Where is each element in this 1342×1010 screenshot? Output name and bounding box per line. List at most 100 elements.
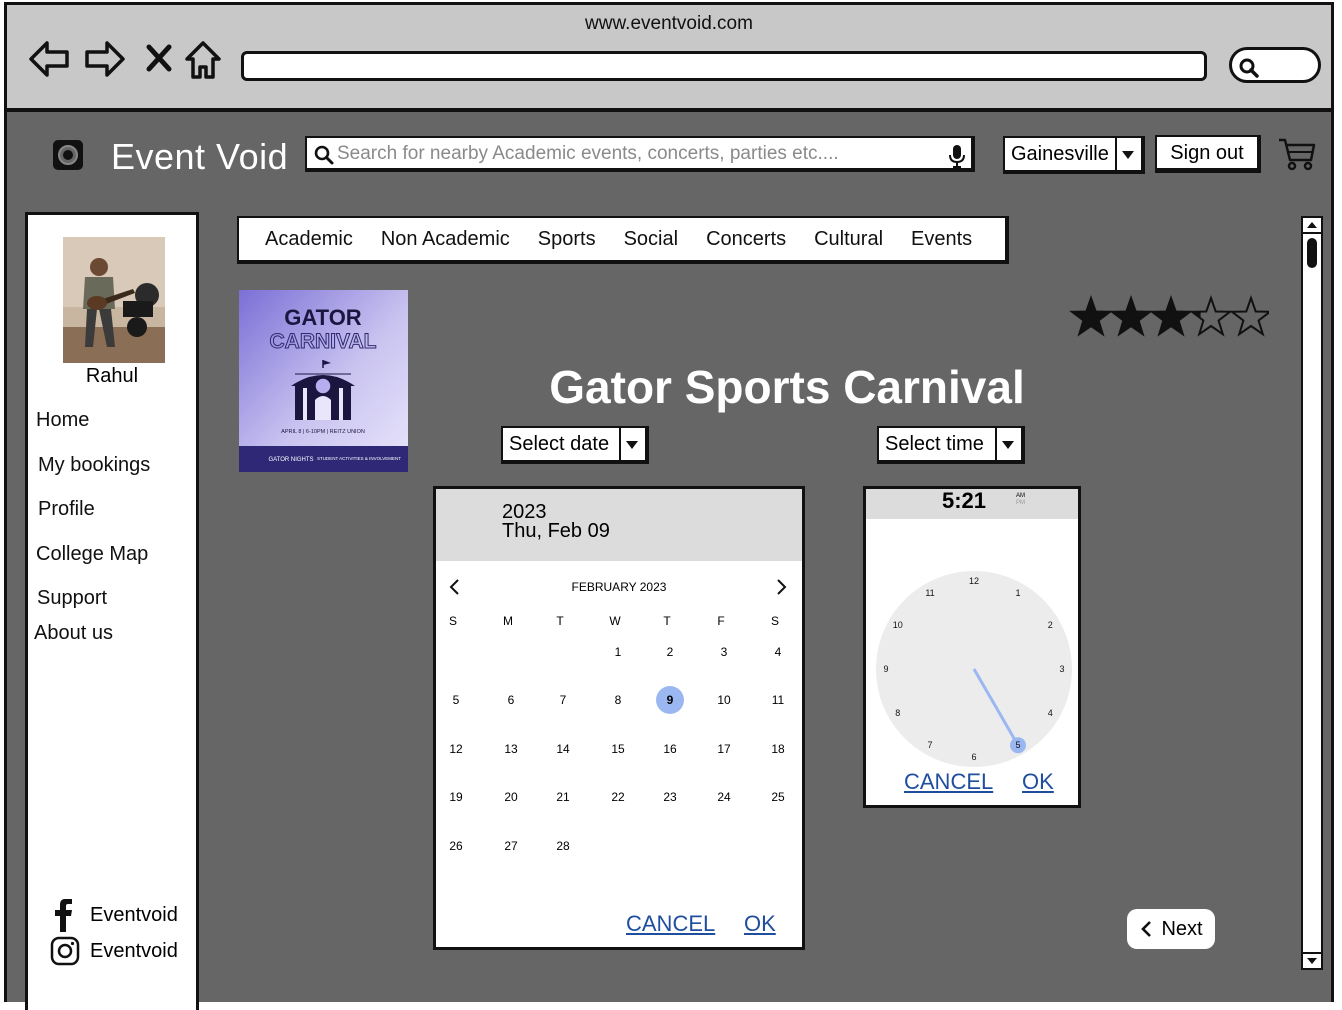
calendar-day[interactable]: 23 <box>656 783 684 811</box>
date-cancel-button[interactable]: CANCEL <box>626 911 715 937</box>
microphone-icon[interactable] <box>949 144 965 168</box>
event-poster: GATOR CARNIVAL APRIL 8 | 6-10PM | REITZ … <box>239 290 408 472</box>
category-academic[interactable]: Academic <box>265 228 353 251</box>
star-rating[interactable] <box>1069 294 1269 338</box>
calendar-day[interactable]: 27 <box>497 832 525 860</box>
time-dropdown-arrow[interactable] <box>995 428 1021 460</box>
clock-hour-label[interactable]: 12 <box>969 576 979 586</box>
clock-hour-label[interactable]: 9 <box>883 664 888 674</box>
calendar-day[interactable]: 28 <box>549 832 577 860</box>
clock-hour-label[interactable]: 6 <box>971 752 976 762</box>
address-bar[interactable] <box>241 51 1207 81</box>
scroll-thumb[interactable] <box>1307 238 1317 268</box>
calendar-day[interactable]: 20 <box>497 783 525 811</box>
forward-arrow-icon[interactable] <box>83 39 127 79</box>
weekday-label: S <box>448 614 457 628</box>
calendar-day[interactable]: 14 <box>549 735 577 763</box>
calendar-day[interactable]: 10 <box>710 686 738 714</box>
chevron-right-icon[interactable] <box>774 577 788 597</box>
clock-hour-label[interactable]: 2 <box>1048 620 1053 630</box>
poster-title-line1: GATOR <box>284 305 362 330</box>
brand-name[interactable]: Event Void <box>111 136 288 178</box>
time-cancel-button[interactable]: CANCEL <box>904 769 993 795</box>
instagram-link[interactable]: Eventvoid <box>50 935 178 967</box>
calendar-day[interactable]: 21 <box>549 783 577 811</box>
calendar-day[interactable]: 11 <box>764 686 792 714</box>
date-ok-button[interactable]: OK <box>744 911 776 937</box>
calendar-day[interactable]: 19 <box>442 783 470 811</box>
event-search-box[interactable] <box>305 136 975 172</box>
avatar[interactable] <box>63 237 165 363</box>
rating-star[interactable] <box>1109 294 1153 337</box>
rating-star[interactable] <box>1149 294 1193 337</box>
city-select[interactable]: Gainesville <box>1003 136 1145 174</box>
facebook-icon <box>55 899 72 932</box>
calendar-day[interactable]: 3 <box>710 638 738 666</box>
sidebar-link-my-bookings[interactable]: My bookings <box>38 454 150 477</box>
rating-star[interactable] <box>1229 294 1269 337</box>
calendar-day[interactable]: 13 <box>497 735 525 763</box>
facebook-link[interactable]: Eventvoid <box>50 897 178 933</box>
sidebar-link-college-map[interactable]: College Map <box>36 543 148 566</box>
calendar-day[interactable]: 8 <box>604 686 632 714</box>
category-events[interactable]: Events <box>911 228 972 251</box>
clock-face[interactable]: 121234567891011 <box>874 569 1074 769</box>
search-icon <box>1239 58 1259 78</box>
next-button[interactable]: Next <box>1127 909 1215 949</box>
am-pm-toggle[interactable]: AM PM <box>1016 493 1025 507</box>
calendar-day[interactable]: 12 <box>442 735 470 763</box>
clock-hour-label[interactable]: 11 <box>925 588 934 598</box>
sidebar-link-home[interactable]: Home <box>36 409 89 432</box>
home-icon[interactable] <box>183 39 223 81</box>
clock-hour-label[interactable]: 3 <box>1059 664 1064 674</box>
clock-hour-label[interactable]: 1 <box>1015 588 1020 598</box>
vertical-scrollbar[interactable] <box>1301 216 1323 970</box>
calendar-day-selected[interactable]: 9 <box>656 686 684 714</box>
pm-option[interactable]: PM <box>1016 500 1025 507</box>
calendar-day[interactable]: 7 <box>549 686 577 714</box>
browser-search-field[interactable] <box>1229 47 1321 83</box>
category-sports[interactable]: Sports <box>538 228 596 251</box>
calendar-day[interactable]: 18 <box>764 735 792 763</box>
calendar-day[interactable]: 6 <box>497 686 525 714</box>
scroll-up-arrow[interactable] <box>1303 218 1321 234</box>
calendar-day[interactable]: 22 <box>604 783 632 811</box>
rating-star[interactable] <box>1069 294 1113 337</box>
scroll-down-arrow[interactable] <box>1303 952 1321 968</box>
rating-star[interactable] <box>1189 294 1233 337</box>
clock-hour-label[interactable]: 4 <box>1048 708 1053 718</box>
event-void-logo-icon[interactable] <box>51 138 85 172</box>
calendar-day[interactable]: 2 <box>656 638 684 666</box>
date-dropdown-arrow[interactable] <box>619 428 645 460</box>
clock-hour-label[interactable]: 5 <box>1015 740 1020 750</box>
calendar-day[interactable]: 16 <box>656 735 684 763</box>
calendar-day[interactable]: 5 <box>442 686 470 714</box>
clock-hour-label[interactable]: 10 <box>893 620 903 630</box>
stop-x-icon[interactable] <box>145 43 173 73</box>
calendar-day[interactable]: 25 <box>764 783 792 811</box>
category-social[interactable]: Social <box>624 228 678 251</box>
clock-hour-label[interactable]: 8 <box>895 708 900 718</box>
sign-out-button[interactable]: Sign out <box>1155 135 1261 173</box>
search-input[interactable] <box>337 141 937 167</box>
category-cultural[interactable]: Cultural <box>814 228 883 251</box>
select-date-dropdown[interactable]: Select date <box>501 426 649 464</box>
calendar-day[interactable]: 4 <box>764 638 792 666</box>
calendar-day[interactable]: 26 <box>442 832 470 860</box>
calendar-day[interactable]: 17 <box>710 735 738 763</box>
city-dropdown-arrow[interactable] <box>1115 138 1141 170</box>
calendar-day[interactable]: 24 <box>710 783 738 811</box>
calendar-day[interactable]: 1 <box>604 638 632 666</box>
time-ok-button[interactable]: OK <box>1022 769 1054 795</box>
calendar-day[interactable]: 15 <box>604 735 632 763</box>
category-concerts[interactable]: Concerts <box>706 228 786 251</box>
cart-icon[interactable] <box>1277 136 1317 172</box>
sidebar-link-about-us[interactable]: About us <box>34 622 113 645</box>
sidebar-link-support[interactable]: Support <box>37 587 107 610</box>
sidebar-link-profile[interactable]: Profile <box>38 498 95 521</box>
am-option[interactable]: AM <box>1016 493 1025 500</box>
category-non-academic[interactable]: Non Academic <box>381 228 510 251</box>
select-time-dropdown[interactable]: Select time <box>877 426 1025 464</box>
back-arrow-icon[interactable] <box>27 39 71 79</box>
clock-hour-label[interactable]: 7 <box>927 740 932 750</box>
